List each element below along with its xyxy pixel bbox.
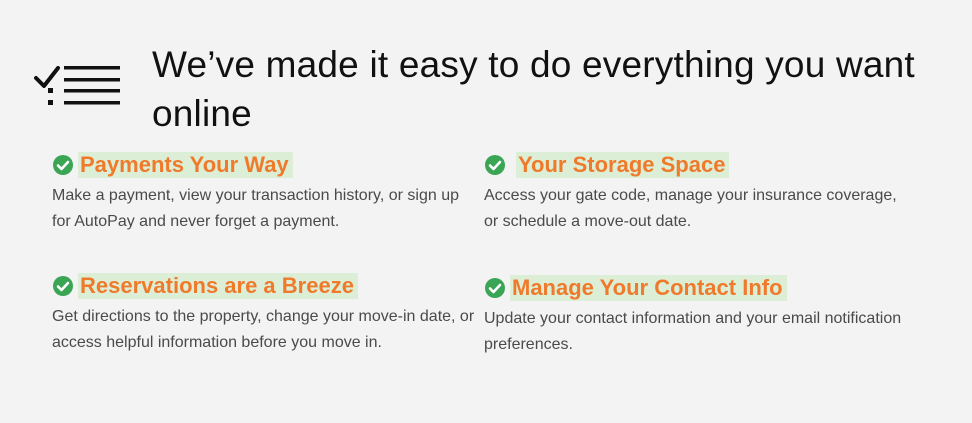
feature-description: Make a payment, view your transaction hi… bbox=[52, 187, 459, 230]
feature-storage-space: Your Storage Space Access your gate code… bbox=[484, 151, 914, 235]
check-circle-icon bbox=[485, 278, 505, 298]
feature-title: Manage Your Contact Info bbox=[510, 275, 787, 301]
feature-title-row: Manage Your Contact Info bbox=[484, 274, 914, 302]
feature-banner: We’ve made it easy to do everything you … bbox=[0, 0, 972, 423]
feature-description: Update your contact information and your… bbox=[484, 310, 902, 353]
feature-contact-info: Manage Your Contact Info Update your con… bbox=[484, 274, 914, 358]
checklist-icon bbox=[34, 66, 120, 105]
feature-title: Payments Your Way bbox=[78, 152, 293, 178]
check-circle-icon bbox=[53, 155, 73, 175]
feature-title-row: Payments Your Way bbox=[52, 151, 482, 179]
feature-title: Your Storage Space bbox=[516, 152, 730, 178]
feature-payments: Payments Your Way Make a payment, view y… bbox=[52, 151, 482, 235]
feature-title-row: Your Storage Space bbox=[484, 151, 914, 179]
feature-description: Get directions to the property, change y… bbox=[52, 308, 475, 351]
feature-title-row: Reservations are a Breeze bbox=[52, 272, 482, 300]
check-circle-icon bbox=[485, 155, 505, 175]
check-circle-icon bbox=[53, 276, 73, 296]
feature-description: Access your gate code, manage your insur… bbox=[484, 187, 897, 230]
page-title: We’ve made it easy to do everything you … bbox=[152, 44, 915, 134]
feature-title: Reservations are a Breeze bbox=[78, 273, 358, 299]
feature-reservations: Reservations are a Breeze Get directions… bbox=[52, 272, 482, 356]
